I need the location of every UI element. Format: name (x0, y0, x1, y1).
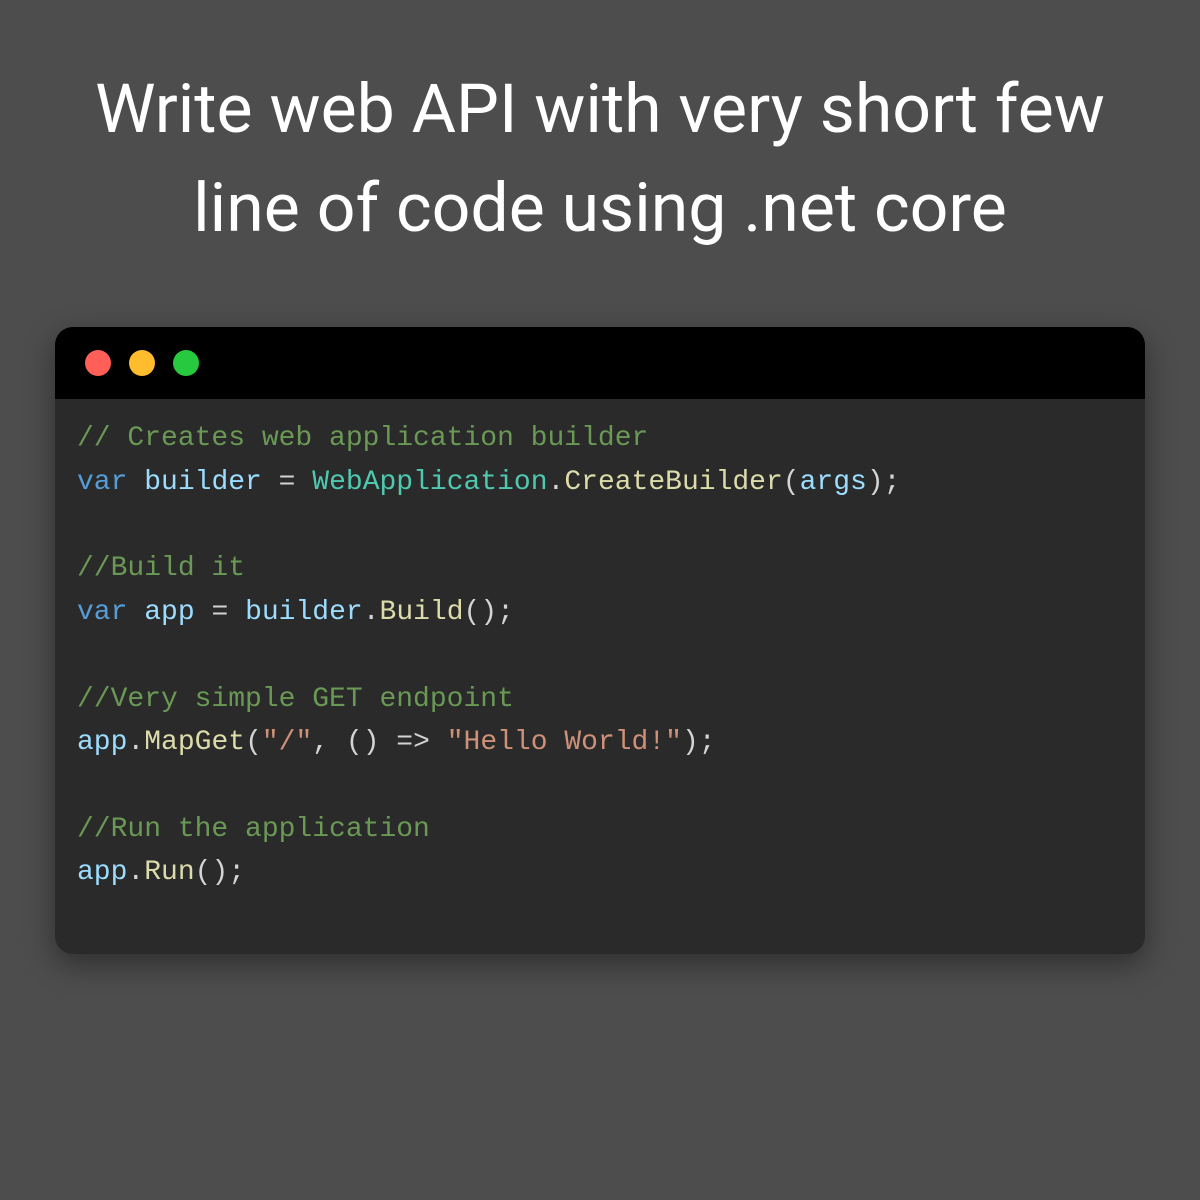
code-string: "/" (262, 727, 312, 758)
code-ident: builder (245, 597, 363, 628)
code-ident: app (144, 597, 194, 628)
code-method: CreateBuilder (564, 467, 782, 498)
code-text (127, 597, 144, 628)
code-method: Build (380, 597, 464, 628)
code-punct: ); (867, 467, 901, 498)
code-comment: // Creates web application builder (77, 423, 648, 454)
window-titlebar (55, 327, 1145, 399)
code-punct: (); (195, 857, 245, 888)
code-punct: (); (464, 597, 514, 628)
code-text (127, 467, 144, 498)
code-punct: . (363, 597, 380, 628)
code-keyword: var (77, 467, 127, 498)
code-ident: app (77, 857, 127, 888)
code-punct: ( (245, 727, 262, 758)
code-string: "Hello World!" (447, 727, 682, 758)
code-body: // Creates web application builder var b… (55, 399, 1145, 954)
code-punct: . (127, 857, 144, 888)
code-punct: . (127, 727, 144, 758)
code-ident: builder (144, 467, 262, 498)
close-icon (85, 350, 111, 376)
code-ident: app (77, 727, 127, 758)
code-punct: = (262, 467, 312, 498)
code-comment: //Very simple GET endpoint (77, 684, 514, 715)
code-method: Run (144, 857, 194, 888)
code-punct: ); (682, 727, 716, 758)
code-comment: //Run the application (77, 814, 430, 845)
page-title: Write web API with very short few line o… (0, 0, 1200, 257)
code-keyword: var (77, 597, 127, 628)
code-comment: //Build it (77, 553, 245, 584)
code-type: WebApplication (312, 467, 547, 498)
minimize-icon (129, 350, 155, 376)
maximize-icon (173, 350, 199, 376)
code-window: // Creates web application builder var b… (55, 327, 1145, 954)
code-punct: . (548, 467, 565, 498)
code-punct: = (195, 597, 245, 628)
code-punct: , () => (312, 727, 446, 758)
code-method: MapGet (144, 727, 245, 758)
code-punct: ( (783, 467, 800, 498)
code-ident: args (800, 467, 867, 498)
